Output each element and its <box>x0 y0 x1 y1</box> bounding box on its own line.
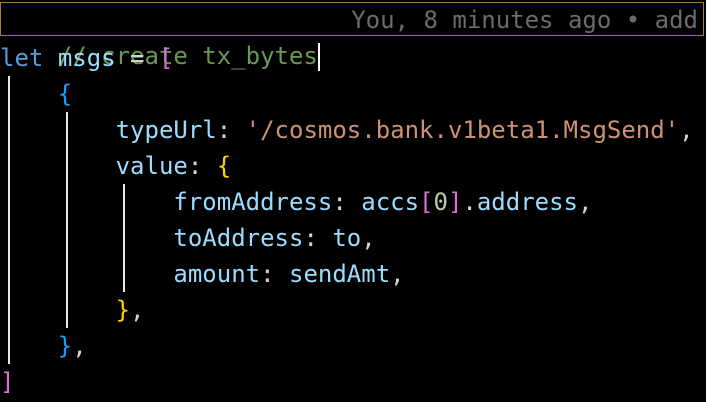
code-line-11-text: ] <box>0 368 14 396</box>
code-token-punct: : <box>332 188 362 216</box>
code-token-var: typeUrl <box>115 116 217 144</box>
code-token-var: sendAmt <box>289 260 391 288</box>
code-token-punct: : <box>216 116 246 144</box>
indent-guide-level-1 <box>8 76 10 364</box>
code-token-var: fromAddress <box>173 188 333 216</box>
code-token-punct: : <box>260 260 289 288</box>
code-token-brk3: } <box>115 296 131 324</box>
code-line-3[interactable]: { <box>0 76 706 112</box>
code-token-number: 0 <box>433 188 448 216</box>
code-token-punct: , <box>361 224 376 252</box>
code-token-brk1: [ <box>419 188 434 216</box>
code-line-8[interactable]: amount: sendAmt, <box>0 256 706 292</box>
code-token-var: amount <box>173 260 261 288</box>
code-line-4-text: typeUrl: '/cosmos.bank.v1beta1.MsgSend', <box>0 116 694 144</box>
code-line-4[interactable]: typeUrl: '/cosmos.bank.v1beta1.MsgSend', <box>0 112 706 148</box>
code-token-var: msgs <box>57 44 116 72</box>
code-token-punct: , <box>578 188 593 216</box>
git-blame-annotation: You, 8 minutes ago • add <box>351 6 698 34</box>
code-line-11[interactable]: ] <box>0 364 706 400</box>
code-token-punct <box>0 296 116 324</box>
code-token-var: value <box>115 152 188 180</box>
code-editor[interactable]: // create tx_bytes You, 8 minutes ago • … <box>0 0 706 402</box>
code-token-keyword: let <box>0 44 44 72</box>
code-line-5-text: value: { <box>0 152 232 180</box>
code-line-2-text: let msgs = [ <box>0 44 173 72</box>
code-token-brk1: ] <box>0 368 15 396</box>
code-token-punct <box>43 44 57 72</box>
code-token-brk2: } <box>57 332 73 360</box>
code-token-punct: , <box>72 332 87 360</box>
code-token-var: accs <box>361 188 420 216</box>
code-token-punct <box>0 260 173 288</box>
code-token-punct: : <box>303 224 333 252</box>
code-token-punct: , <box>130 296 145 324</box>
code-line-10[interactable]: }, <box>0 328 706 364</box>
code-token-brk3: { <box>216 152 232 180</box>
code-token-punct <box>0 116 116 144</box>
code-token-var: address <box>476 188 579 216</box>
code-line-10-text: }, <box>0 332 87 360</box>
indent-guide-level-2 <box>66 112 68 328</box>
code-token-punct: = <box>115 44 159 72</box>
code-token-punct: , <box>679 116 694 144</box>
code-line-9[interactable]: }, <box>0 292 706 328</box>
code-token-brk1: ] <box>447 188 463 216</box>
code-token-punct: . <box>462 188 477 216</box>
code-line-8-text: amount: sendAmt, <box>0 260 405 288</box>
code-line-6-text: fromAddress: accs[0].address, <box>0 188 592 216</box>
code-token-brk2: { <box>57 80 73 108</box>
code-token-punct <box>0 224 173 252</box>
code-line-7-text: toAddress: to, <box>0 224 376 252</box>
code-token-string: '/cosmos.bank.v1beta1.MsgSend' <box>245 116 680 144</box>
code-token-punct <box>0 152 116 180</box>
code-line-2[interactable]: let msgs = [ <box>0 40 706 76</box>
code-token-var: toAddress <box>173 224 304 252</box>
code-token-var: to <box>332 224 362 252</box>
code-line-9-text: }, <box>0 296 145 324</box>
code-token-punct: , <box>390 260 405 288</box>
code-line-7[interactable]: toAddress: to, <box>0 220 706 256</box>
code-token-punct: : <box>187 152 217 180</box>
code-line-3-text: { <box>0 80 72 108</box>
indent-guide-level-3 <box>123 184 125 292</box>
code-line-5[interactable]: value: { <box>0 148 706 184</box>
code-token-brk1: [ <box>158 44 174 72</box>
code-token-punct <box>0 188 173 216</box>
code-line-6[interactable]: fromAddress: accs[0].address, <box>0 184 706 220</box>
